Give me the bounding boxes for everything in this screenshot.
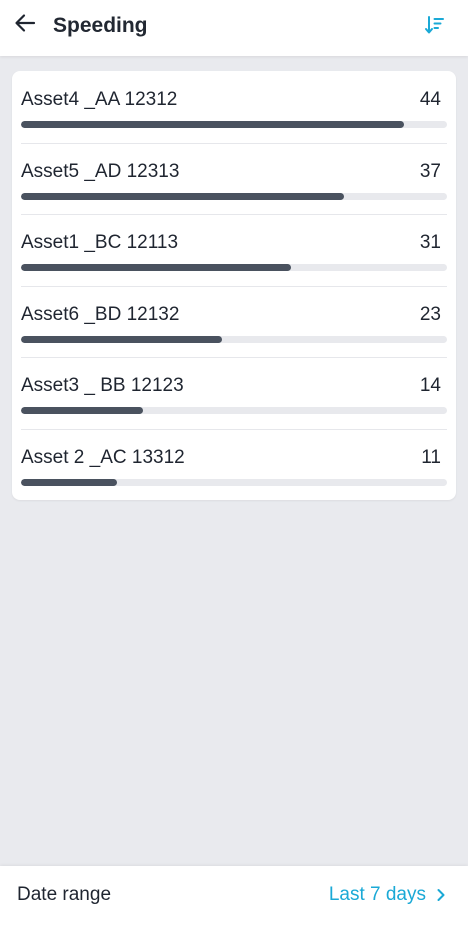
list-item[interactable]: Asset3 _ BB 12123 14	[12, 357, 456, 429]
list-item[interactable]: Asset5 _AD 12313 37	[12, 142, 456, 215]
progress-track	[21, 335, 447, 343]
date-range-value: Last 7 days	[328, 884, 426, 905]
asset-name: Asset 2 _AC 13312	[21, 446, 185, 468]
asset-count: 44	[419, 89, 441, 110]
arrow-left-icon	[14, 12, 36, 39]
date-range-selector[interactable]: Last 7 days	[329, 881, 448, 909]
asset-name: Asset6 _BD 12132	[21, 303, 180, 325]
asset-count: 31	[419, 232, 441, 253]
list-item[interactable]: Asset6 _BD 12132 23	[12, 285, 456, 358]
asset-name: Asset4 _AA 12312	[21, 89, 178, 110]
progress-fill	[21, 192, 344, 200]
date-range-bar: Date range Last 7 days	[0, 866, 468, 931]
date-range-label: Date range	[17, 884, 112, 905]
asset-count: 23	[419, 303, 441, 325]
chevron-right-icon	[434, 888, 448, 902]
asset-count: 11	[421, 446, 441, 468]
progress-fill	[21, 478, 117, 486]
asset-name: Asset1 _BC 12113	[21, 232, 179, 253]
list-item[interactable]: Asset 2 _AC 13312 11	[12, 428, 456, 501]
list-item[interactable]: Asset1 _BC 12113 31	[12, 214, 456, 286]
sort-button[interactable]	[420, 12, 450, 42]
progress-fill	[21, 264, 292, 271]
asset-count: 14	[419, 375, 441, 396]
progress-fill	[21, 407, 143, 414]
progress-track	[21, 121, 447, 128]
page-title: Speeding	[53, 14, 148, 37]
back-button[interactable]	[10, 10, 40, 40]
progress-track	[21, 478, 447, 486]
app-header: Speeding	[0, 0, 468, 56]
asset-name: Asset5 _AD 12313	[21, 160, 180, 182]
progress-track	[21, 192, 447, 200]
asset-count: 37	[419, 160, 441, 182]
list-item[interactable]: Asset4 _AA 12312 44	[12, 71, 456, 143]
progress-fill	[21, 335, 223, 343]
progress-track	[21, 264, 447, 271]
speeding-list-card: Asset4 _AA 12312 44 Asset5 _AD 12313 37 …	[12, 71, 456, 500]
progress-track	[21, 407, 447, 414]
asset-name: Asset3 _ BB 12123	[21, 375, 184, 396]
sort-descending-icon	[424, 14, 446, 41]
progress-fill	[21, 121, 405, 128]
